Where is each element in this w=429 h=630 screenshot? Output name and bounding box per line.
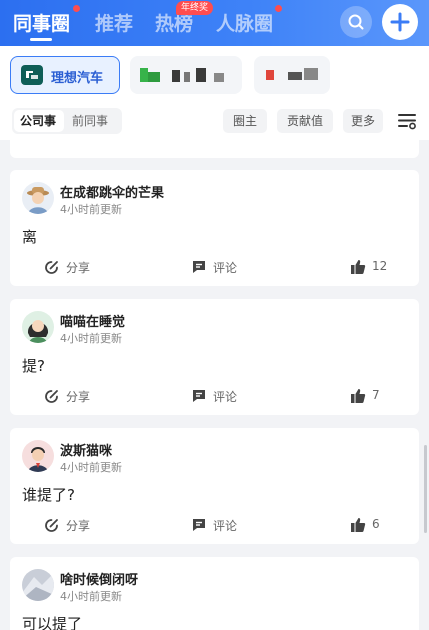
avatar[interactable] — [22, 311, 54, 343]
post-time: 4小时前更新 — [60, 590, 122, 603]
post-card[interactable]: 在成都跳伞的芒果 4小时前更新 离 分享 评论 12 — [10, 170, 419, 286]
avatar[interactable] — [22, 440, 54, 472]
like-count: 7 — [372, 388, 380, 402]
post-author[interactable]: 喵喵在睡觉 — [60, 311, 125, 330]
thumbs-up-icon — [351, 518, 366, 532]
share-icon — [45, 390, 58, 403]
post-author[interactable]: 啥时候倒闭呀 — [60, 569, 138, 588]
comment-icon — [193, 519, 205, 531]
share-label: 分享 — [66, 519, 91, 533]
post-time: 4小时前更新 — [60, 461, 122, 474]
company-chip-lixiang[interactable]: 理想汽车 — [10, 56, 120, 94]
like-count: 6 — [372, 517, 380, 531]
company-chip-blurred-2[interactable] — [254, 56, 330, 94]
tab-recommend[interactable]: 推荐 — [95, 9, 133, 36]
avatar[interactable] — [22, 182, 54, 214]
post-time: 4小时前更新 — [60, 203, 122, 216]
share-icon — [45, 519, 58, 532]
comment-label: 评论 — [213, 519, 238, 533]
like-button[interactable]: 12 — [350, 258, 400, 276]
segment-control: 公司事 前同事 — [12, 108, 122, 134]
tab-network-circle[interactable]: 人脉圈 — [216, 9, 273, 36]
like-button[interactable]: 6 — [350, 516, 400, 534]
hot-list-badge: 年终奖 — [176, 1, 214, 15]
share-label: 分享 — [66, 261, 91, 275]
post-content[interactable]: 离 — [22, 226, 37, 247]
tab-colleague-circle-dot — [73, 5, 80, 12]
share-button[interactable]: 分享 — [44, 387, 104, 405]
post-content[interactable]: 提? — [22, 355, 45, 376]
search-icon — [348, 14, 364, 30]
top-nav-bar: 同事圈 推荐 热榜 年终奖 人脉圈 — [0, 0, 429, 46]
post-time: 4小时前更新 — [60, 332, 122, 345]
contribution-button[interactable]: 贡献值 — [277, 109, 333, 133]
comment-icon — [193, 261, 205, 273]
comment-label: 评论 — [213, 261, 238, 275]
post-card[interactable]: 波斯猫咪 4小时前更新 谁提了? 分享 评论 6 — [10, 428, 419, 544]
comment-label: 评论 — [213, 390, 238, 404]
share-label: 分享 — [66, 390, 91, 404]
company-logo — [21, 65, 43, 85]
thumbs-up-icon — [351, 260, 366, 274]
company-selector: 理想汽车 — [0, 46, 429, 102]
like-button[interactable]: 7 — [350, 387, 400, 405]
share-icon — [45, 261, 58, 274]
search-button[interactable] — [340, 6, 372, 38]
post-card[interactable]: 啥时候倒闭呀 4小时前更新 可以提了 — [10, 557, 419, 630]
tab-network-circle-dot — [275, 5, 282, 12]
like-count: 12 — [372, 259, 388, 273]
previous-post-edge — [10, 140, 419, 158]
plus-icon — [390, 12, 410, 32]
thumbs-up-icon — [351, 389, 366, 403]
post-author[interactable]: 波斯猫咪 — [60, 440, 112, 459]
comment-button[interactable]: 评论 — [191, 258, 251, 276]
post-author[interactable]: 在成都跳伞的芒果 — [60, 182, 164, 201]
segment-company-news[interactable]: 公司事 — [20, 112, 56, 129]
comment-button[interactable]: 评论 — [191, 387, 251, 405]
active-tab-indicator — [30, 38, 52, 41]
more-button[interactable]: 更多 — [343, 109, 383, 133]
segment-former-colleagues[interactable]: 前同事 — [72, 112, 108, 129]
scrollbar-thumb[interactable] — [424, 445, 427, 533]
comment-icon — [193, 390, 205, 402]
add-post-button[interactable] — [382, 4, 418, 40]
company-chip-blurred-1[interactable] — [130, 56, 242, 94]
share-button[interactable]: 分享 — [44, 258, 104, 276]
post-content[interactable]: 谁提了? — [22, 484, 75, 505]
tab-colleague-circle[interactable]: 同事圈 — [13, 9, 70, 36]
post-content[interactable]: 可以提了 — [22, 613, 82, 630]
circle-owner-button[interactable]: 圈主 — [223, 109, 267, 133]
avatar[interactable] — [22, 569, 54, 601]
company-name: 理想汽车 — [51, 71, 104, 86]
filter-bar: 公司事 前同事 圈主 贡献值 更多 — [0, 102, 429, 140]
post-card[interactable]: 喵喵在睡觉 4小时前更新 提? 分享 评论 7 — [10, 299, 419, 415]
share-button[interactable]: 分享 — [44, 516, 104, 534]
comment-button[interactable]: 评论 — [191, 516, 251, 534]
filter-list-icon[interactable] — [398, 112, 418, 130]
